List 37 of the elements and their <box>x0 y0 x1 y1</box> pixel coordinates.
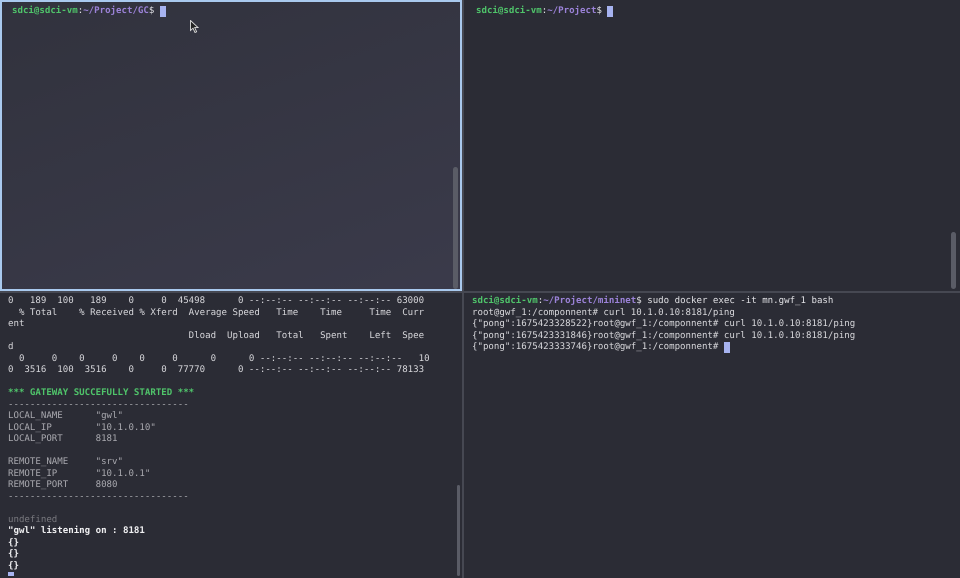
terminal-output: d <box>8 342 14 354</box>
terminal-output: % Total % Received % Xferd Average Speed Time Time Time Curr <box>18 308 424 319</box>
terminal-output: {"pong":1675423328522}root@gwf_1:/componnent# curl 10.1.0.10:8181/ping <box>472 319 856 330</box>
terminal-output: 0 0 0 0 0 0 0 0 --:--:-- --:--:-- --:--:-- 10 <box>18 354 430 365</box>
terminal-output: "gwl" listening on : 8181 <box>8 526 145 538</box>
terminal-output: ent <box>8 319 24 330</box>
terminal-output: {} <box>8 549 19 560</box>
terminal-output: --------------------------------- <box>8 492 189 503</box>
terminal-output: {"pong":1675423333746}root@gwf_1:/componnent# <box>472 342 720 354</box>
terminal-pane[interactable]: sdci@sdci-vm:~/Project$ <box>464 0 960 291</box>
terminal-output: {} <box>8 538 19 549</box>
terminal-pane[interactable] <box>0 293 462 578</box>
scrollbar[interactable] <box>951 232 956 289</box>
terminal-pane[interactable]: sdci@sdci-vm:~/Project/GC$ <box>0 0 462 291</box>
terminal-output: LOCAL_IP "10.1.0.10" <box>8 422 156 434</box>
terminal-output: LOCAL_PORT 8181 <box>8 434 118 446</box>
scrollbar[interactable] <box>453 167 458 289</box>
status-heading: *** GATEWAY SUCCEFULLY STARTED *** <box>8 388 194 400</box>
shell-prompt: sdci@sdci-vm:~/Project/mininet$ <box>472 296 642 308</box>
terminal-output: Dload Upload Total Spent Left Spee <box>188 330 424 342</box>
terminal-output: REMOTE_PORT 8080 <box>8 480 118 492</box>
scrollbar[interactable] <box>457 485 460 576</box>
terminal-output: 0 189 100 189 0 0 45498 0 --:--:-- --:--:-- --:--:-- 63000 <box>8 296 424 308</box>
terminal-output: 0 3516 100 3516 0 0 77770 0 --:--:-- --:--:-- --:--:-- 78133 <box>8 365 424 376</box>
terminal-output: undefined <box>8 514 58 526</box>
terminal-output: REMOTE_IP "10.1.0.1" <box>8 468 150 480</box>
terminal-output: LOCAL_NAME "gwl" <box>8 411 123 422</box>
terminal-output: REMOTE_NAME "srv" <box>8 457 123 468</box>
terminal-output: root@gwf_1:/componnent# curl 10.1.0.10:8181/ping <box>472 308 735 319</box>
shell-prompt: sdci@sdci-vm:~/Project$ <box>476 6 602 18</box>
terminal-pane[interactable] <box>464 293 960 578</box>
shell-prompt: sdci@sdci-vm:~/Project/GC$ <box>12 6 154 18</box>
mouse-pointer-icon <box>190 20 199 33</box>
command-text: sudo docker exec -it mn.gwf_1 bash <box>646 296 834 308</box>
terminal-output: --------------------------------- <box>8 400 189 411</box>
terminal-output: {} <box>8 560 19 572</box>
terminal-output: {"pong":1675423331846}root@gwf_1:/componnent# curl 10.1.0.10:8181/ping <box>472 330 856 342</box>
